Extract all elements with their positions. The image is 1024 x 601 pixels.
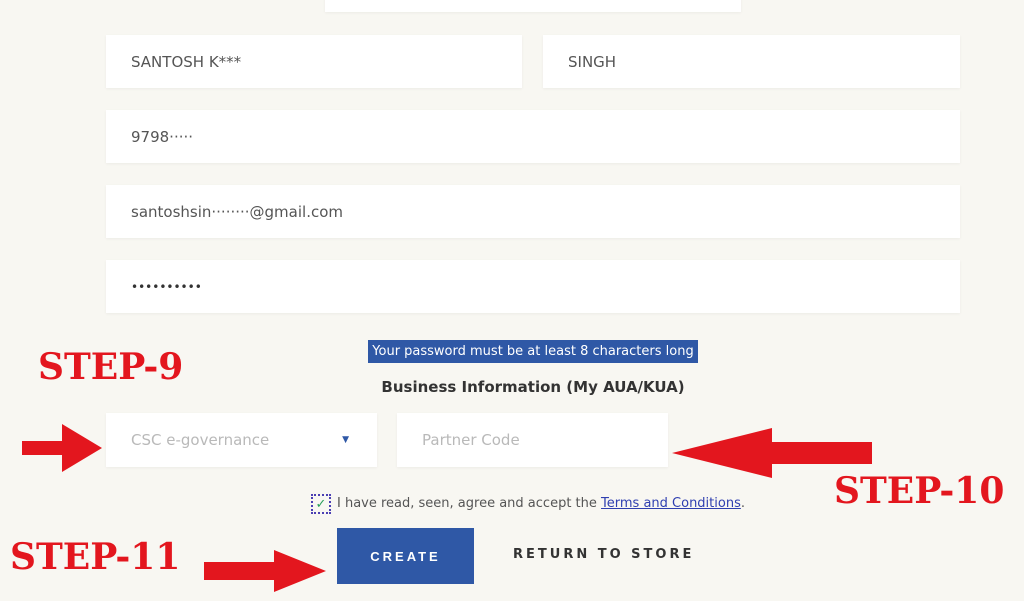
email-field[interactable]: santoshsin········@gmail.com [106, 185, 960, 238]
email-value: santoshsin········@gmail.com [131, 202, 343, 221]
terms-checkbox[interactable]: ✓ [311, 494, 331, 514]
arrow-right-icon [22, 424, 102, 472]
terms-link[interactable]: Terms and Conditions [601, 496, 741, 511]
top-panel-edge [325, 0, 741, 12]
return-to-store-link[interactable]: RETURN TO STORE [513, 547, 694, 562]
partner-code-placeholder: Partner Code [422, 431, 520, 449]
terms-label: I have read, seen, agree and accept the [337, 496, 597, 511]
aua-select-value: CSC e-governance [131, 431, 270, 449]
arrow-left-icon [672, 428, 872, 478]
last-name-value: SINGH [568, 52, 617, 71]
create-button[interactable]: CREATE [337, 528, 474, 584]
password-hint-tooltip: Your password must be at least 8 charact… [368, 340, 698, 363]
terms-period: . [740, 496, 745, 511]
first-name-value: SANTOSH K*** [131, 52, 242, 71]
terms-text: I have read, seen, agree and accept the … [337, 496, 745, 511]
aua-select[interactable]: CSC e-governance ▼ [106, 413, 377, 467]
phone-field[interactable]: 9798····· [106, 110, 960, 163]
password-value: •••••••••• [131, 279, 202, 294]
caret-down-icon: ▼ [342, 435, 349, 445]
phone-value: 9798····· [131, 127, 194, 146]
partner-code-input[interactable]: Partner Code [397, 413, 668, 467]
first-name-field[interactable]: SANTOSH K*** [106, 35, 522, 88]
arrow-right-icon [204, 550, 326, 592]
password-field[interactable]: •••••••••• [106, 260, 960, 313]
business-info-heading: Business Information (My AUA/KUA) [381, 378, 685, 396]
step-11-label: STEP-11 [10, 536, 181, 578]
last-name-field[interactable]: SINGH [543, 35, 960, 88]
check-icon: ✓ [315, 496, 327, 512]
step-9-label: STEP-9 [38, 346, 184, 388]
